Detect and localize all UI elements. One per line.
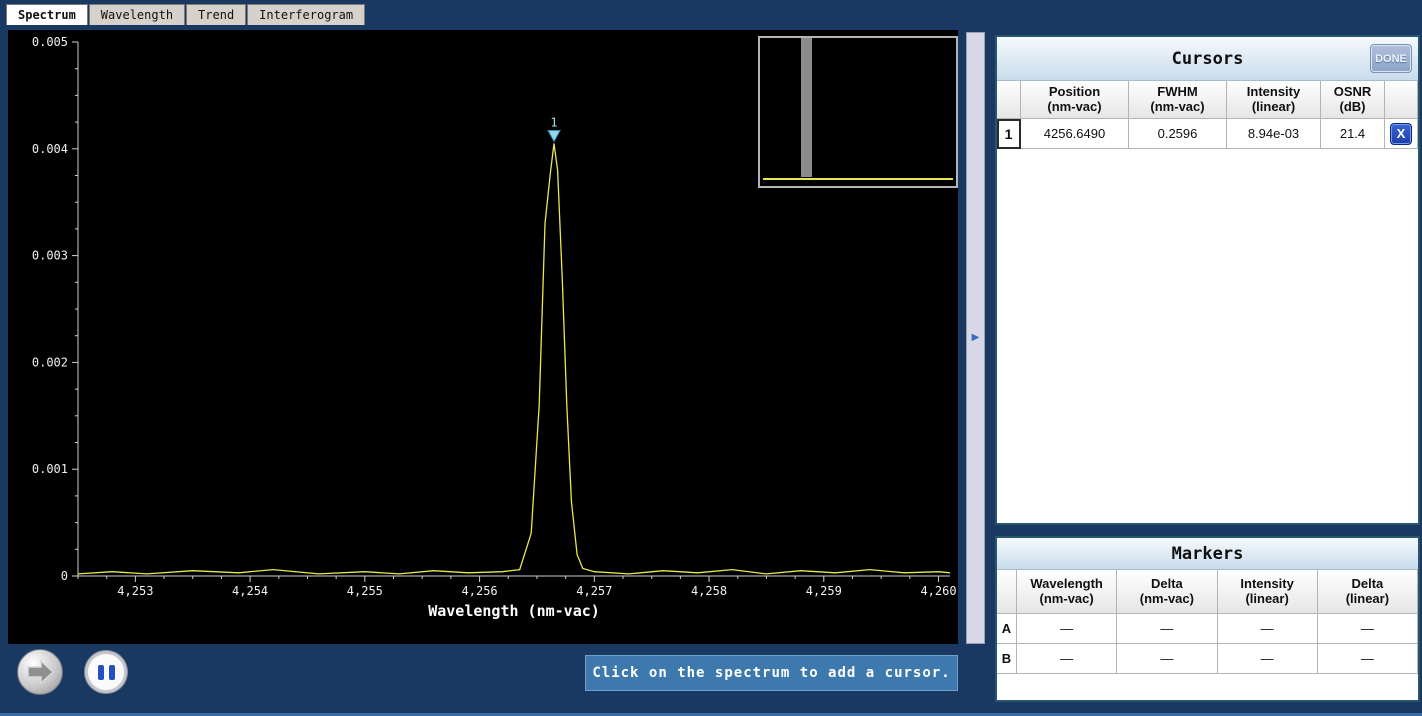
cursors-panel: Cursors DONE Position (nm-vac) FWHM (nm-… — [995, 35, 1420, 525]
cursors-header: Cursors DONE — [997, 37, 1418, 81]
col-label: Intensity — [1240, 577, 1293, 592]
panel-expander[interactable]: ▶ — [966, 32, 985, 644]
col-sublabel: (dB) — [1340, 100, 1366, 115]
cursors-col-index — [997, 81, 1021, 119]
pause-button[interactable] — [85, 651, 127, 693]
svg-text:0.004: 0.004 — [32, 142, 68, 156]
cursors-title: Cursors — [1172, 49, 1244, 69]
markers-col-intensity: Intensity (linear) — [1218, 570, 1318, 614]
svg-text:0: 0 — [61, 569, 68, 583]
tab-trend[interactable]: Trend — [186, 4, 246, 25]
cursor-fwhm-value: 0.2596 — [1129, 119, 1227, 149]
marker-b-intensity: — — [1218, 644, 1318, 674]
markers-col-wavelength: Wavelength (nm-vac) — [1017, 570, 1117, 614]
cursor-position-value: 4256.6490 — [1021, 119, 1129, 149]
col-label: FWHM — [1157, 85, 1197, 100]
overview-inset[interactable] — [758, 36, 958, 188]
svg-text:0.002: 0.002 — [32, 355, 68, 369]
marker-b-delta-nm: — — [1117, 644, 1217, 674]
cursor-intensity-value: 8.94e-03 — [1227, 119, 1321, 149]
markers-title: Markers — [1172, 544, 1244, 564]
markers-col-delta-linear: Delta (linear) — [1318, 570, 1418, 614]
cursors-col-fwhm: FWHM (nm-vac) — [1129, 81, 1227, 119]
marker-a-intensity: — — [1218, 614, 1318, 644]
svg-text:0.003: 0.003 — [32, 249, 68, 263]
cursors-col-osnr: OSNR (dB) — [1321, 81, 1385, 119]
col-sublabel: (linear) — [1245, 592, 1288, 607]
col-sublabel: (nm-vac) — [1150, 100, 1204, 115]
markers-panel: Markers Wavelength (nm-vac) Delta (nm-va… — [995, 536, 1420, 702]
col-label: Position — [1049, 85, 1100, 100]
col-sublabel: (nm-vac) — [1040, 592, 1094, 607]
tab-interferogram[interactable]: Interferogram — [247, 4, 365, 25]
play-arrow-icon — [23, 655, 57, 689]
tab-wavelength[interactable]: Wavelength — [89, 4, 185, 25]
view-tabbar: Spectrum Wavelength Trend Interferogram — [6, 4, 366, 25]
continue-button[interactable] — [17, 649, 63, 695]
marker-b-row-id: B — [997, 644, 1017, 674]
markers-col-index — [997, 570, 1017, 614]
svg-text:4,254: 4,254 — [232, 584, 268, 598]
svg-text:Wavelength (nm-vac): Wavelength (nm-vac) — [428, 602, 600, 620]
col-sublabel: (nm-vac) — [1140, 592, 1194, 607]
svg-text:4,256: 4,256 — [462, 584, 498, 598]
markers-col-delta-nm: Delta (nm-vac) — [1117, 570, 1217, 614]
col-label: OSNR — [1334, 85, 1372, 100]
markers-header: Markers — [997, 538, 1418, 570]
col-label: Delta — [1151, 577, 1183, 592]
markers-table: Wavelength (nm-vac) Delta (nm-vac) Inten… — [997, 570, 1418, 674]
spectrum-plot[interactable]: 0 0.001 0.002 0.003 0.004 0.005 4,253 4,254 4,25… — [8, 30, 958, 644]
marker-b-delta-linear: — — [1318, 644, 1418, 674]
done-button[interactable]: DONE — [1371, 45, 1411, 72]
svg-text:4,258: 4,258 — [691, 584, 727, 598]
pause-icon — [109, 665, 115, 680]
cursors-col-position: Position (nm-vac) — [1021, 81, 1129, 119]
svg-text:0.001: 0.001 — [32, 462, 68, 476]
cursor-osnr-value: 21.4 — [1321, 119, 1385, 149]
marker-b-wavelength: — — [1017, 644, 1117, 674]
svg-text:0.005: 0.005 — [32, 35, 68, 49]
zoom-region-indicator[interactable] — [801, 38, 812, 177]
marker-a-delta-nm: — — [1117, 614, 1217, 644]
pause-icon — [98, 665, 104, 680]
svg-text:4,255: 4,255 — [347, 584, 383, 598]
svg-text:1: 1 — [550, 115, 557, 129]
cursors-table: Position (nm-vac) FWHM (nm-vac) Intensit… — [997, 81, 1418, 149]
chevron-right-icon: ▶ — [972, 333, 980, 343]
marker-a-delta-linear: — — [1318, 614, 1418, 644]
col-label: Delta — [1351, 577, 1383, 592]
col-sublabel: (nm-vac) — [1047, 100, 1101, 115]
svg-text:4,257: 4,257 — [576, 584, 612, 598]
col-sublabel: (linear) — [1252, 100, 1295, 115]
col-sublabel: (linear) — [1346, 592, 1389, 607]
hint-banner: Click on the spectrum to add a cursor. — [585, 655, 958, 691]
cursors-col-actions — [1385, 81, 1418, 119]
svg-text:4,253: 4,253 — [117, 584, 153, 598]
cursor-row-id: 1 — [997, 119, 1021, 149]
overview-trace — [763, 178, 953, 180]
col-label: Wavelength — [1030, 577, 1102, 592]
tab-spectrum[interactable]: Spectrum — [6, 4, 88, 25]
col-label: Intensity — [1247, 85, 1300, 100]
marker-a-row-id: A — [997, 614, 1017, 644]
cursor-actions-cell: X — [1385, 119, 1418, 149]
cursors-col-intensity: Intensity (linear) — [1227, 81, 1321, 119]
svg-text:4,259: 4,259 — [806, 584, 842, 598]
marker-a-wavelength: — — [1017, 614, 1117, 644]
svg-text:4,260: 4,260 — [920, 584, 956, 598]
delete-cursor-button[interactable]: X — [1390, 123, 1412, 145]
